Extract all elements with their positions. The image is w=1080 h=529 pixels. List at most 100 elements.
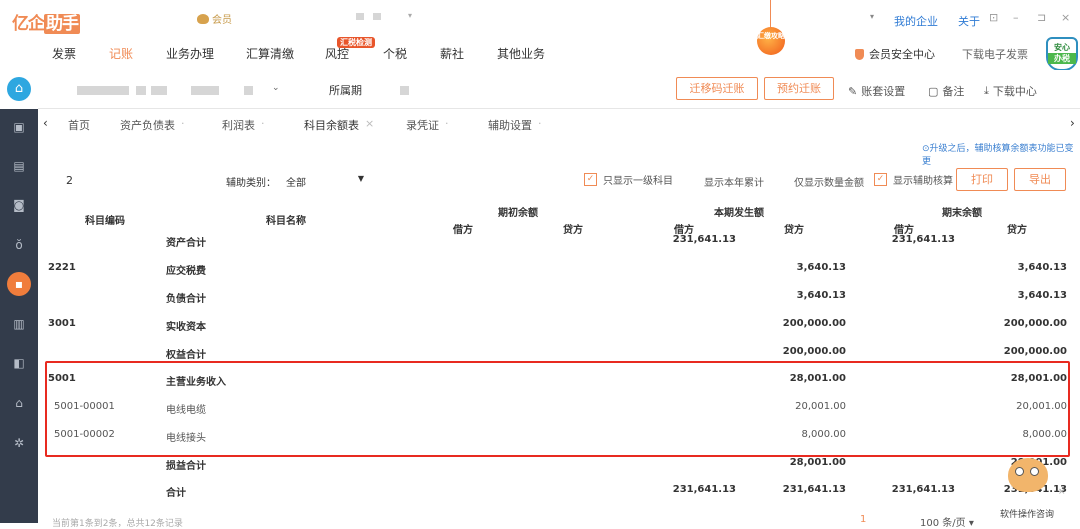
header-code: 科目编码 [85, 216, 125, 227]
company-dropdown-caret-icon[interactable]: ▾ [870, 12, 874, 21]
aux-category-select[interactable]: 全部 ▼ [286, 174, 366, 189]
anxin-top-text: 安心 [1054, 43, 1070, 52]
show-year-total-option[interactable]: 显示本年累计 [704, 174, 764, 189]
only-qty-amount-option[interactable]: 仅显示数量金额 [794, 174, 864, 189]
download-center-button[interactable]: ⤓ 下载中心 [984, 83, 1037, 99]
ledger-icon[interactable]: ▪ [7, 272, 31, 296]
cell-code: 3001 [48, 318, 76, 329]
promo-string [770, 0, 771, 28]
tab-close-icon[interactable]: · [445, 117, 449, 133]
company-toolbar: ⌂ ⌄ 所属期 迁移码迁账 预约迁账 ✎ 账套设置 ▢ 备注 ⤓ 下载中心 [0, 70, 1080, 108]
assistant-label[interactable]: 软件操作咨询 [1000, 507, 1054, 520]
redacted-company [151, 86, 167, 95]
upgrade-notice-link[interactable]: ⊙升级之后，辅助核算余额表功能已变更 [922, 141, 1080, 167]
cell-cur-c: 28,001.00 [789, 457, 846, 468]
vip-badge[interactable]: 会员 [197, 11, 232, 26]
tab-strip: ‹ 首页 资产负债表 · 利润表 · 科目余额表 × 录凭证 · 辅助设置 · … [38, 108, 1080, 138]
tab-label: 辅助设置 [488, 119, 532, 132]
shield-icon [855, 48, 864, 60]
wallet-icon[interactable]: ◧ [11, 355, 27, 371]
tab-home[interactable]: 首页 [68, 117, 90, 133]
tabs-scroll-right-icon[interactable]: › [1070, 116, 1075, 130]
tab-income-statement[interactable]: 利润表 · [222, 117, 265, 133]
tab-label: 首页 [68, 119, 90, 132]
notes-button[interactable]: ▢ 备注 [928, 83, 964, 99]
gear-icon[interactable]: ✲ [11, 435, 27, 451]
cell-cur-c: 3,640.13 [796, 290, 846, 301]
security-center-link[interactable]: 会员安全中心 [855, 46, 935, 62]
nav-bookkeeping[interactable]: 记账 [109, 45, 133, 62]
tab-close-icon[interactable]: · [538, 117, 542, 133]
security-center-label: 会员安全中心 [869, 48, 935, 61]
hot-badge: 汇税检测 [337, 37, 375, 48]
download-e-invoice-link[interactable]: 下载电子发票 [962, 46, 1028, 62]
minimize-icon[interactable]: – [1013, 11, 1019, 24]
nav-other-business[interactable]: 其他业务 [497, 45, 545, 62]
pagination-current-page[interactable]: 1 [860, 514, 866, 525]
redacted-company [77, 86, 129, 95]
tab-auxiliary-settings[interactable]: 辅助设置 · [488, 117, 542, 133]
close-icon[interactable]: × [1061, 11, 1070, 24]
redacted-company [191, 86, 219, 95]
assistant-mascot[interactable] [1008, 458, 1048, 492]
cell-cur-d: 231,641.13 [672, 484, 736, 495]
page-number: 2 [66, 174, 73, 187]
tab-label: 录凭证 [406, 119, 439, 132]
page-size-select[interactable]: 100 条/页 ▾ [920, 514, 974, 529]
money-bag-icon[interactable]: ŏ [11, 237, 27, 253]
checkmark-icon: ✓ [874, 173, 887, 186]
logo-boxed-text: 助手 [44, 14, 80, 34]
nav-invoice[interactable]: 发票 [52, 45, 76, 62]
account-settings-button[interactable]: ✎ 账套设置 [848, 83, 905, 99]
redacted-period[interactable] [400, 86, 409, 95]
show-aux-checkbox[interactable]: ✓ 显示辅助核算 [874, 172, 953, 187]
feedback-window-icon[interactable]: ⊡ [989, 11, 998, 24]
header-current: 本期发生额 [714, 208, 764, 219]
header-current-credit: 贷方 [784, 225, 804, 236]
about-link[interactable]: 关于 [958, 13, 980, 29]
home-icon[interactable]: ⌂ [7, 77, 31, 101]
nav-business[interactable]: 业务办理 [166, 45, 214, 62]
company-chevron-down-icon[interactable]: ⌄ [272, 83, 280, 93]
maximize-icon[interactable]: ⊐ [1037, 11, 1046, 24]
my-company-link[interactable]: 我的企业 [894, 13, 938, 29]
transfer-code-button[interactable]: 迁移码迁账 [676, 77, 758, 100]
tab-voucher-entry[interactable]: 录凭证 · [406, 117, 449, 133]
tax-house-icon[interactable]: ⌂ [11, 395, 27, 411]
only-level1-checkbox[interactable]: ✓ 只显示一级科目 [584, 172, 673, 187]
camera-icon[interactable]: ◙ [11, 197, 27, 213]
export-button[interactable]: 导出 [1014, 168, 1066, 191]
cell-cur-c: 231,641.13 [782, 484, 846, 495]
nav-payroll-social[interactable]: 薪社 [440, 45, 464, 62]
tab-balance-sheet[interactable]: 资产负债表 · [120, 117, 185, 133]
promo-ball-button[interactable]: 汇缴攻略 [757, 27, 785, 55]
document-icon[interactable]: ▤ [11, 158, 27, 174]
wallet-star-icon[interactable]: ▣ [11, 119, 27, 135]
nav-personal-tax[interactable]: 个税 [383, 45, 407, 62]
tab-label: 利润表 [222, 119, 255, 132]
tab-account-balance[interactable]: 科目余额表 × [304, 117, 374, 133]
redacted-company [136, 86, 146, 95]
nav-annual-settlement[interactable]: 汇算清缴 [246, 45, 294, 62]
header-opening-debit: 借方 [453, 225, 473, 236]
aux-category-label: 辅助类别： [226, 178, 276, 189]
anxin-bottom-text: 办税 [1048, 53, 1076, 64]
cell-cur-c: 3,640.13 [796, 262, 846, 273]
app-logo: 亿企 助手 [12, 9, 80, 34]
cell-close-c: 200,000.00 [1003, 346, 1067, 357]
tab-close-icon[interactable]: · [181, 117, 185, 133]
bar-chart-icon[interactable]: ▥ [11, 316, 27, 332]
cell-code: 2221 [48, 262, 76, 273]
print-button[interactable]: 打印 [956, 168, 1008, 191]
user-dropdown-caret-icon[interactable]: ▾ [408, 11, 412, 20]
tab-close-icon[interactable]: × [365, 117, 374, 133]
tab-close-icon[interactable]: · [261, 117, 265, 133]
reserve-transfer-button[interactable]: 预约迁账 [764, 77, 834, 100]
sidebar: ▣ ▤ ◙ ŏ ▪ ▥ ◧ ⌂ ✲ [0, 109, 38, 523]
anxin-tax-badge[interactable]: 安心 办税 [1046, 37, 1078, 71]
cell-name: 应交税费 [166, 266, 206, 277]
assistant-close-icon[interactable]: × [1058, 487, 1066, 497]
checkmark-icon: ✓ [584, 173, 597, 186]
redacted-company [244, 86, 253, 95]
tabs-scroll-left-icon[interactable]: ‹ [43, 116, 48, 130]
